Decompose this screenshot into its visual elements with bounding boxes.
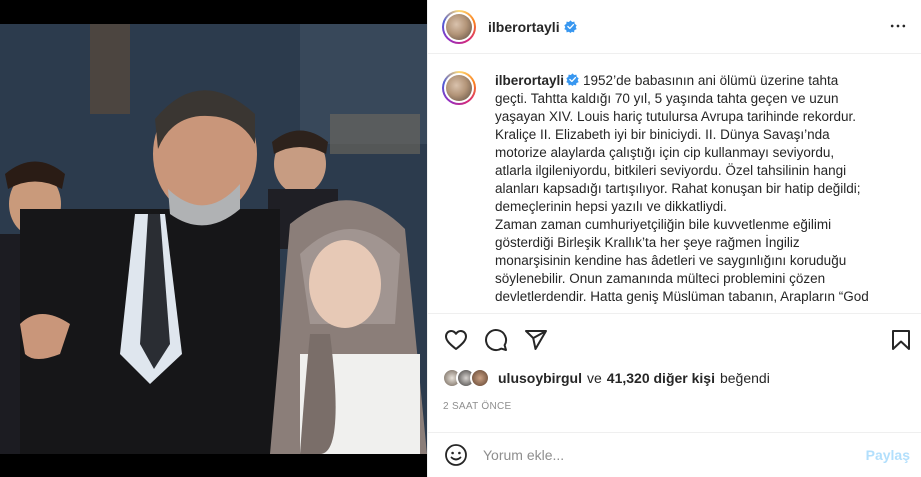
verified-badge-icon xyxy=(566,73,579,86)
comment-icon[interactable] xyxy=(484,328,508,352)
post-side-panel: ilberortayli ilberortayli 1952’de babasın… xyxy=(427,0,921,477)
caption-text-line: 1952’de babasının ani ölümü üzerine taht… xyxy=(583,73,839,88)
post-photo[interactable] xyxy=(0,24,427,454)
caption-line: gösterdiği Birleşik Krallık’ta her şeye … xyxy=(495,235,800,250)
heart-icon[interactable] xyxy=(444,328,468,352)
caption-line: Kraliçe II. Elizabeth iyi bir biniciydi.… xyxy=(495,127,830,142)
caption-line: yaşayan XIV. Louis hariç tutulursa Avrup… xyxy=(495,109,856,124)
post-caption: ilberortayli 1952’de babasının ani ölümü … xyxy=(495,72,910,306)
avatar[interactable] xyxy=(442,9,476,44)
caption-line: monarşisinin kendine has âdetleri ve say… xyxy=(495,253,847,268)
bookmark-icon[interactable] xyxy=(889,328,913,352)
more-options-icon[interactable] xyxy=(888,16,908,36)
caption-line: alanları kapsadığı tartışılıyor. Rahat k… xyxy=(495,181,861,196)
likes-suffix: beğendi xyxy=(719,370,770,386)
liked-by-username[interactable]: ulusoybirgul xyxy=(498,370,582,386)
post-header: ilberortayli xyxy=(428,0,921,54)
post-timestamp[interactable]: 2 SAAT ÖNCE xyxy=(443,401,512,412)
caption-avatar[interactable] xyxy=(442,71,476,105)
caption-line: atlarla ilgileniyordu, bitkileri seviyor… xyxy=(495,163,847,178)
caption-line: motorize alaylarda çalıştığı için cip ku… xyxy=(495,145,835,160)
avatar[interactable] xyxy=(470,368,490,388)
comment-bar: Paylaş xyxy=(428,432,921,477)
caption-area: ilberortayli 1952’de babasının ani ölümü … xyxy=(428,55,921,313)
liker-avatars[interactable] xyxy=(442,368,490,388)
caption-line: ilberortayli 1952’de babasının ani ölümü … xyxy=(495,72,910,90)
comment-input[interactable] xyxy=(483,445,843,465)
share-icon[interactable] xyxy=(524,328,548,352)
post-comment-button[interactable]: Paylaş xyxy=(866,447,910,463)
caption-line: söylenebilir. Onun zamanında mülteci pro… xyxy=(495,271,826,286)
likes-connector: ve xyxy=(587,370,602,386)
header-username[interactable]: ilberortayli xyxy=(488,19,560,35)
post-actions xyxy=(428,313,921,363)
caption-line: devletlerdendir. Hatta geniş Müslüman ta… xyxy=(495,289,869,304)
post-media[interactable] xyxy=(0,0,427,477)
verified-badge-icon xyxy=(563,20,577,33)
instagram-post: ilberortayli ilberortayli 1952’de babasın… xyxy=(0,0,921,477)
likes-summary: ulusoybirgul ve 41,320 diğer kişi beğend… xyxy=(442,368,770,388)
emoji-icon[interactable] xyxy=(444,443,468,467)
caption-line: Zaman zaman cumhuriyetçiliğin bile kuvve… xyxy=(495,217,832,232)
caption-username[interactable]: ilberortayli xyxy=(495,73,564,88)
photo-illustration xyxy=(0,24,427,454)
likes-count[interactable]: 41,320 diğer kişi xyxy=(607,370,715,386)
caption-line: geçti. Tahtta kaldığı 70 yıl, 5 yaşında … xyxy=(495,91,839,106)
caption-line: demeçlerinin hepsi yazılı ve dikkatliydi… xyxy=(495,199,727,214)
